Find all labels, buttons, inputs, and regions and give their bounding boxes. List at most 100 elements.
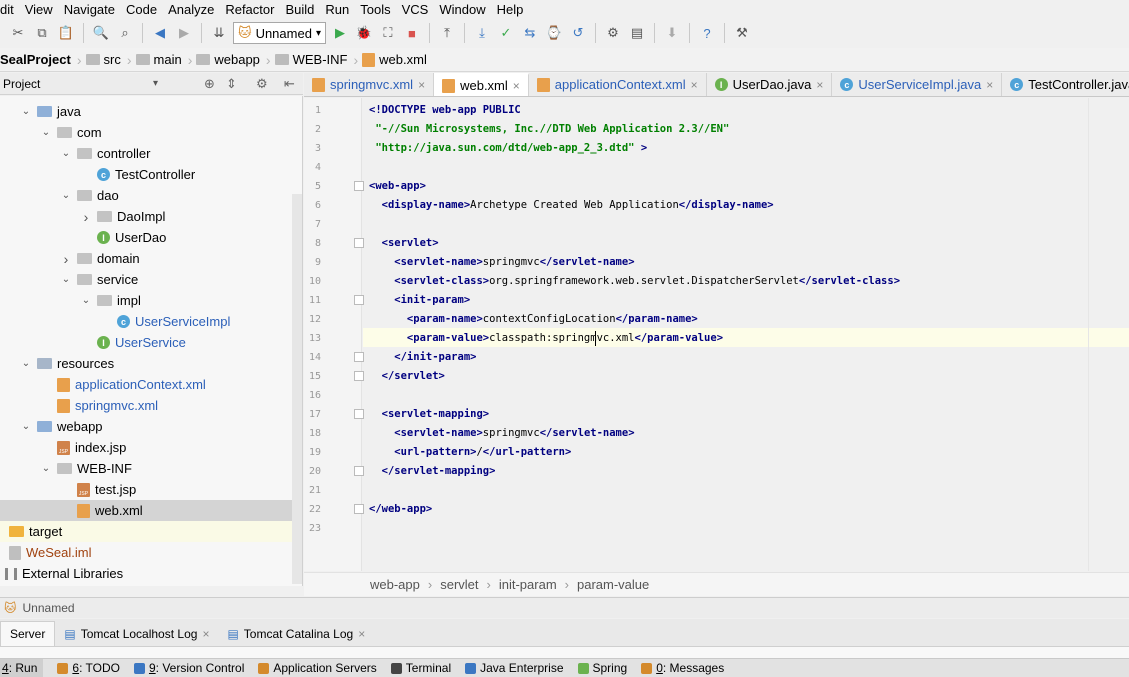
tree-item-userserviceimpl[interactable]: c UserServiceImpl <box>0 311 302 332</box>
close-icon[interactable]: × <box>691 78 698 92</box>
chevron-right-icon[interactable]: › <box>0 524 4 540</box>
tree-item-external-libraries[interactable]: External Libraries <box>0 563 302 584</box>
chevron-down-icon[interactable]: ⌄ <box>20 358 32 369</box>
tool-window-version-control[interactable]: 9: Version Control <box>133 661 244 675</box>
copy-icon[interactable]: ⧉ <box>32 23 52 43</box>
run-icon[interactable]: ▶ <box>330 23 350 43</box>
code-editor[interactable]: <!DOCTYPE web-app PUBLIC "-//Sun Microsy… <box>363 98 1129 571</box>
close-icon[interactable]: × <box>816 78 823 92</box>
menu-run[interactable]: Run <box>325 2 356 17</box>
tree-item-testcontroller[interactable]: c TestController <box>0 164 302 185</box>
chevron-down-icon[interactable]: ⌄ <box>60 274 72 285</box>
close-icon[interactable]: × <box>202 627 209 641</box>
tab-testcontroller-java[interactable]: c TestController.java <box>1002 73 1129 96</box>
editor-breadcrumb-item[interactable]: web-app <box>370 577 420 592</box>
replace-icon[interactable]: ⌕ <box>115 23 135 43</box>
collapse-icon[interactable]: ⇕ <box>226 76 237 92</box>
chevron-down-icon[interactable]: ▾ <box>153 78 158 89</box>
gear-icon[interactable]: ⚙ <box>256 76 268 92</box>
cut-icon[interactable]: ✂ <box>8 23 28 43</box>
chevron-down-icon[interactable]: ⌄ <box>40 463 52 474</box>
run-tab-tomcat-localhost-log[interactable]: ▤ Tomcat Localhost Log × <box>55 621 218 646</box>
menu-help[interactable]: Help <box>497 2 531 17</box>
close-icon[interactable]: × <box>513 79 520 93</box>
tree-item-web-xml[interactable]: web.xml <box>0 500 302 521</box>
tree-item-userservice[interactable]: I UserService <box>0 332 302 353</box>
chevron-down-icon[interactable]: ⌄ <box>80 295 92 306</box>
back-icon[interactable]: ◀ <box>150 23 170 43</box>
tool-window-terminal[interactable]: Terminal <box>390 661 451 675</box>
tree-item-weseal-iml[interactable]: WeSeal.iml <box>0 542 302 563</box>
vcs-commit-icon[interactable]: ✓ <box>496 23 516 43</box>
menu-analyze[interactable]: Analyze <box>168 2 221 17</box>
tab-userserviceimpl-java[interactable]: c UserServiceImpl.java × <box>832 73 1003 96</box>
run-tab-server[interactable]: Server <box>0 621 56 646</box>
tree-item-controller[interactable]: ⌄ controller <box>0 143 302 164</box>
vcs-revert-icon[interactable]: ↺ <box>568 23 588 43</box>
breadcrumb-item[interactable]: src <box>84 52 125 67</box>
tool-window-run[interactable]: 4: Run <box>0 659 44 677</box>
tool-window-java-enterprise[interactable]: Java Enterprise <box>465 661 564 675</box>
tree-item-dao[interactable]: ⌄ dao <box>0 185 302 206</box>
menu-dit[interactable]: dit <box>0 2 21 17</box>
breadcrumb-item[interactable]: WEB-INF <box>273 52 352 67</box>
chevron-down-icon[interactable]: ⌄ <box>20 421 32 432</box>
project-structure-icon[interactable]: ▤ <box>627 23 647 43</box>
run-config-select[interactable]: 🐱 Unnamed ▾ <box>233 22 326 44</box>
tab-web-xml[interactable]: web.xml × <box>434 73 529 96</box>
tool-window-application-servers[interactable]: Application Servers <box>258 661 377 675</box>
menu-build[interactable]: Build <box>285 2 321 17</box>
breadcrumb-item[interactable]: SealProject <box>0 52 75 67</box>
vcs-history-icon[interactable]: ⌚ <box>544 23 564 43</box>
editor-breadcrumb-item[interactable]: servlet <box>440 577 478 592</box>
close-icon[interactable]: × <box>418 78 425 92</box>
tree-item-index-jsp[interactable]: JSP index.jsp <box>0 437 302 458</box>
tree-item-impl[interactable]: ⌄ impl <box>0 290 302 311</box>
close-icon[interactable]: × <box>358 627 365 641</box>
chevron-down-icon[interactable]: ⌄ <box>60 148 72 159</box>
editor-breadcrumb-item[interactable]: param-value <box>577 577 649 592</box>
tree-item-applicationcontext-xml[interactable]: applicationContext.xml <box>0 374 302 395</box>
chevron-down-icon[interactable]: ⌄ <box>20 106 32 117</box>
breadcrumb-item[interactable]: webapp <box>194 52 264 67</box>
menu-tools[interactable]: Tools <box>360 2 397 17</box>
settings-icon[interactable]: ⚙ <box>603 23 623 43</box>
tree-item-web-inf[interactable]: ⌄ WEB-INF <box>0 458 302 479</box>
tree-item-service[interactable]: ⌄ service <box>0 269 302 290</box>
chevron-down-icon[interactable]: ⌄ <box>60 190 72 201</box>
locate-icon[interactable]: ⊕ <box>204 76 215 92</box>
tree-item-daoimpl[interactable]: › DaoImpl <box>0 206 302 227</box>
tool-window-messages[interactable]: 0: Messages <box>641 661 724 675</box>
coverage-icon[interactable]: ⛶ <box>378 23 398 43</box>
plugin-icon[interactable]: ⚒ <box>732 23 752 43</box>
build-icon[interactable]: ⇊ <box>209 23 229 43</box>
breadcrumb-item[interactable]: main <box>134 52 186 67</box>
sdk-icon[interactable]: ⬇ <box>662 23 682 43</box>
menu-navigate[interactable]: Navigate <box>64 2 122 17</box>
tree-item-java[interactable]: ⌄ java <box>0 101 302 122</box>
menu-view[interactable]: View <box>25 2 60 17</box>
stop-icon[interactable]: ■ <box>402 23 422 43</box>
chevron-down-icon[interactable]: ⌄ <box>40 127 52 138</box>
menu-vcs[interactable]: VCS <box>402 2 436 17</box>
breadcrumb-item[interactable]: web.xml <box>360 52 431 67</box>
tree-item-com[interactable]: ⌄ com <box>0 122 302 143</box>
find-icon[interactable]: 🔍 <box>91 23 111 43</box>
menu-window[interactable]: Window <box>439 2 492 17</box>
tool-window-spring[interactable]: Spring <box>577 661 627 675</box>
update-app-icon[interactable]: ⤒ <box>437 23 457 43</box>
chevron-right-icon[interactable]: › <box>80 209 92 225</box>
menu-code[interactable]: Code <box>126 2 164 17</box>
vcs-compare-icon[interactable]: ⇆ <box>520 23 540 43</box>
tab-springmvc-xml[interactable]: springmvc.xml × <box>304 73 435 96</box>
close-icon[interactable]: × <box>986 78 993 92</box>
tree-item-test-jsp[interactable]: JSP test.jsp <box>0 479 302 500</box>
tab-userdao-java[interactable]: I UserDao.java × <box>707 73 833 96</box>
help-icon[interactable]: ? <box>697 23 717 43</box>
forward-icon[interactable]: ▶ <box>174 23 194 43</box>
hide-icon[interactable]: ⇤ <box>284 76 295 92</box>
tab-applicationcontext-xml[interactable]: applicationContext.xml × <box>529 73 707 96</box>
menu-refactor[interactable]: Refactor <box>225 2 281 17</box>
tree-item-target[interactable]: › target <box>0 521 302 542</box>
vcs-update-icon[interactable]: ⤓ <box>472 23 492 43</box>
